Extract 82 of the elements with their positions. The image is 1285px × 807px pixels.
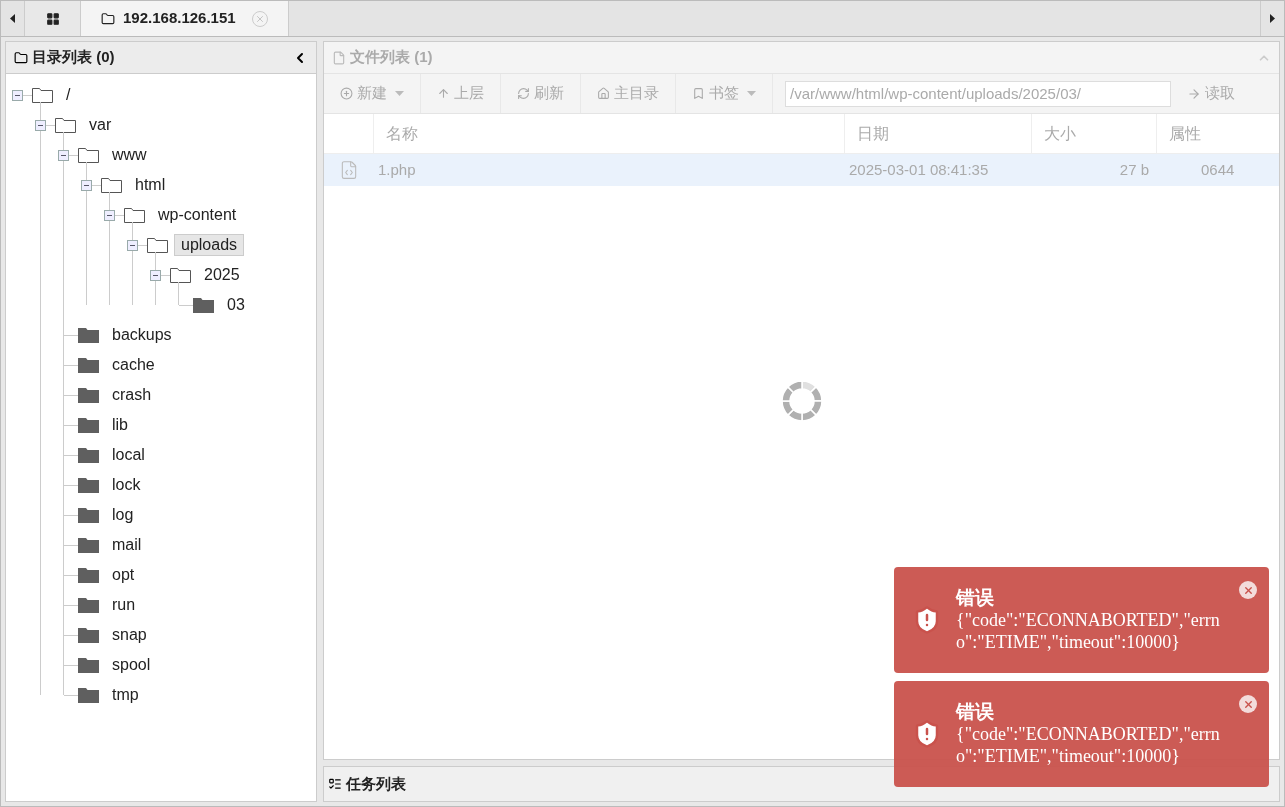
folder-icon [78, 447, 99, 463]
panel-title: 任务列表 [346, 773, 406, 794]
collapse-toggle[interactable] [58, 149, 69, 161]
collapse-toggle[interactable] [12, 89, 23, 101]
folder-name[interactable]: crash [105, 384, 159, 406]
folder-name[interactable]: uploads [174, 234, 245, 256]
folder-icon [78, 537, 99, 553]
folder-name[interactable]: www [105, 144, 154, 166]
file-size: 27 b [1118, 159, 1150, 180]
folder-icon [78, 147, 99, 163]
folder-name[interactable]: run [105, 594, 143, 616]
folder-icon [78, 417, 99, 433]
toolbar-icon [517, 87, 530, 100]
folder-icon [78, 567, 99, 583]
folder-name[interactable]: / [59, 84, 78, 106]
folder-name[interactable]: spool [105, 654, 158, 676]
folder-icon [14, 50, 28, 65]
folder-name[interactable]: log [105, 504, 141, 526]
folder-icon [170, 267, 191, 283]
folder-icon [124, 207, 145, 223]
left-triangle-icon [10, 14, 15, 23]
folder-icon [78, 657, 99, 673]
folder-icon [193, 297, 214, 313]
toolbar-icon [597, 87, 610, 100]
code-file-icon [339, 160, 359, 180]
folder-name[interactable]: wp-content [151, 204, 244, 226]
notification-title: 错误 [956, 701, 994, 723]
folder-name[interactable]: local [105, 444, 152, 466]
folder-name[interactable]: var [82, 114, 119, 136]
notification-message: {"code":"ECONNABORTED","errno":"ETIME","timeout":10000} [956, 609, 1221, 653]
caret-icon [747, 91, 756, 96]
folder-icon [78, 597, 99, 613]
folder-name[interactable]: cache [105, 354, 162, 376]
collapse-toggle[interactable] [127, 239, 138, 251]
collapse-toggle[interactable] [104, 209, 115, 221]
file-date: 2025-03-01 08:41:35 [848, 159, 990, 180]
folder-name[interactable]: backups [105, 324, 179, 346]
close-button[interactable] [1239, 581, 1257, 599]
toolbar-icon [692, 87, 705, 100]
folder-icon [78, 477, 99, 493]
grid-icon [45, 11, 60, 26]
folder-icon [78, 327, 99, 343]
folder-name[interactable]: 03 [220, 294, 252, 316]
folder-icon [78, 507, 99, 523]
folder-icon [78, 387, 99, 403]
close-icon [1242, 584, 1254, 596]
folder-name[interactable]: lib [105, 414, 135, 436]
folder-icon [101, 177, 122, 193]
folder-icon [147, 237, 168, 253]
folder-name[interactable]: tmp [105, 684, 146, 706]
caret-icon [395, 91, 404, 96]
panel-title: 目录列表 (0) [32, 47, 116, 68]
right-triangle-icon [1270, 14, 1275, 23]
collapse-toggle[interactable] [35, 119, 46, 131]
folder-icon [78, 627, 99, 643]
notification-message: {"code":"ECONNABORTED","errno":"ETIME","timeout":10000} [956, 723, 1221, 767]
folder-name[interactable]: 2025 [197, 264, 247, 286]
folder-name[interactable]: snap [105, 624, 154, 646]
folder-icon [32, 87, 53, 103]
folder-icon [78, 357, 99, 373]
close-icon [1242, 698, 1254, 710]
toolbar-icon [340, 87, 353, 100]
folder-icon [78, 687, 99, 703]
collapse-toggle[interactable] [81, 179, 92, 191]
host-tab[interactable]: 192.168.126.151 [81, 1, 289, 36]
loading-spinner-icon [782, 381, 822, 421]
file-icon [332, 50, 346, 65]
file-mode: 0644 [1200, 159, 1236, 180]
panel-title: 文件列表 (1) [350, 47, 434, 68]
folder-name[interactable]: html [128, 174, 173, 196]
toolbar-icon [437, 87, 450, 100]
home-tab[interactable] [25, 1, 81, 36]
close-button[interactable] [1239, 695, 1257, 713]
list-icon [328, 777, 342, 791]
folder-icon [55, 117, 76, 133]
folder-name[interactable]: mail [105, 534, 149, 556]
folder-name[interactable]: opt [105, 564, 142, 586]
notification-title: 错误 [956, 587, 994, 609]
folder-name[interactable]: lock [105, 474, 148, 496]
folder-icon [101, 11, 115, 26]
file-name: 1.php [377, 159, 417, 180]
collapse-toggle[interactable] [150, 269, 161, 281]
